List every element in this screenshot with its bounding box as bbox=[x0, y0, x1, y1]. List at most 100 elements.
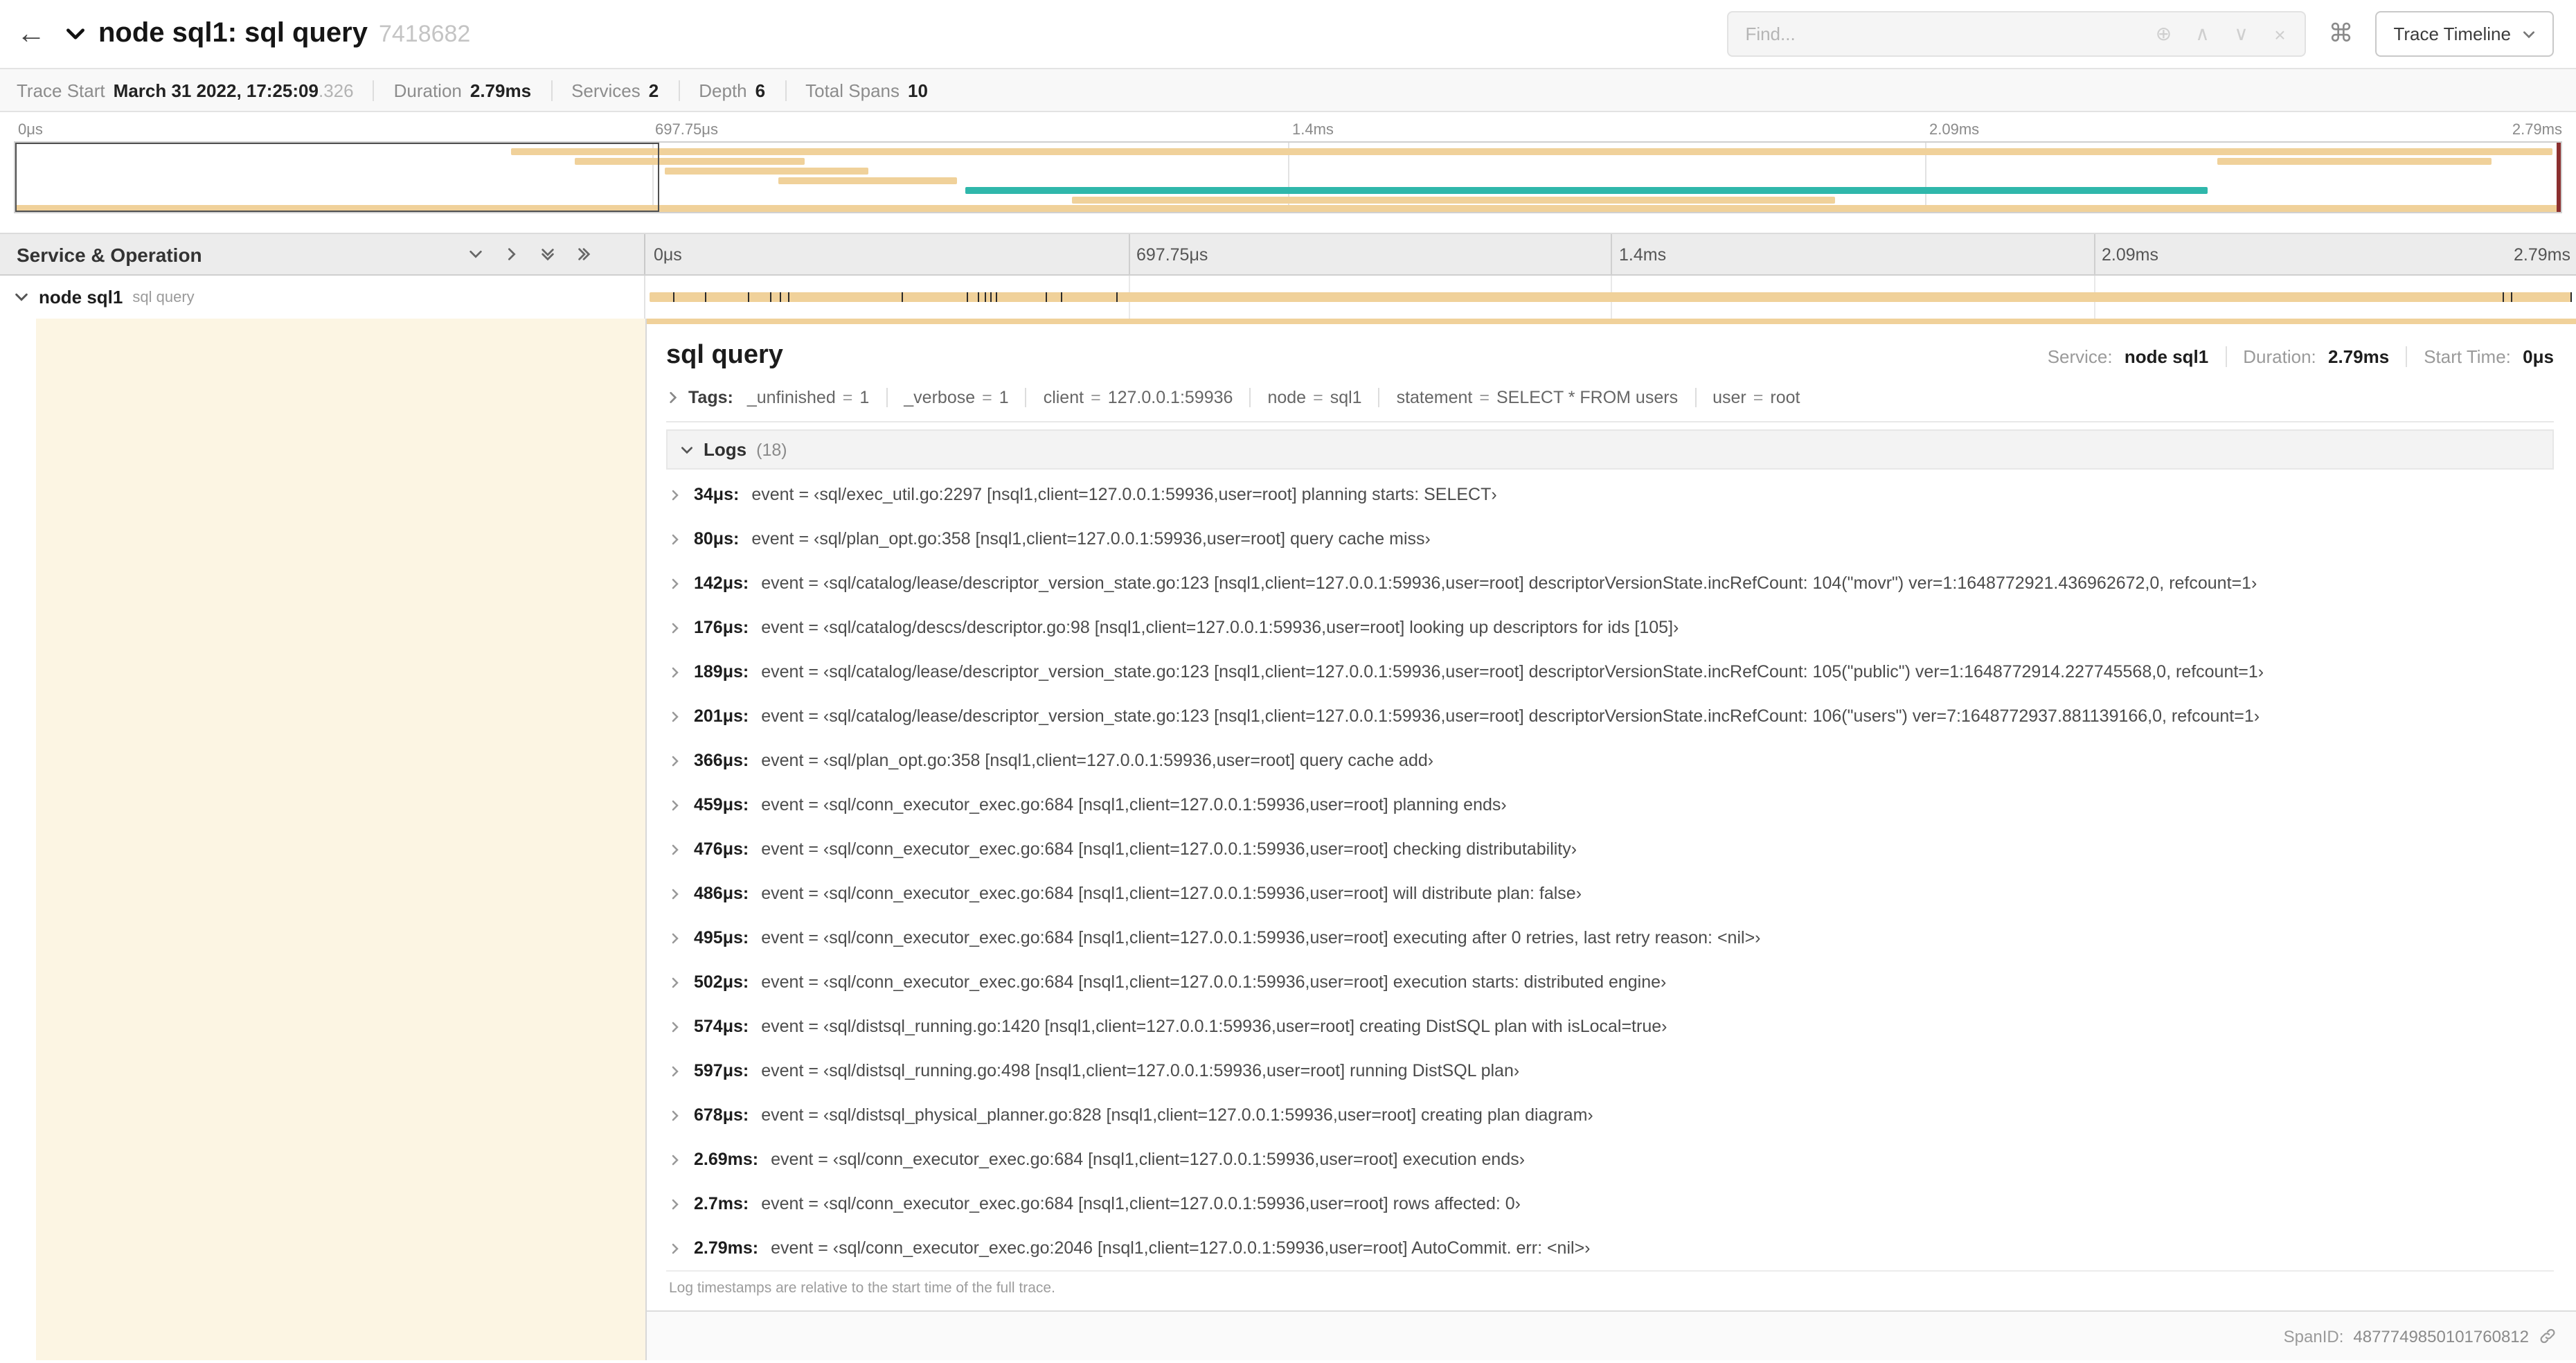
page-header: ← node sql1: sql query 7418682 ⊕∧∨× ⌘ Tr… bbox=[0, 0, 2576, 69]
chevron-right-icon[interactable] bbox=[669, 666, 681, 678]
find-icon-group: ⊕ ∧ ∨ × bbox=[2144, 15, 2305, 53]
trace-timeline-button[interactable]: Trace Timeline bbox=[2375, 11, 2554, 57]
tag-value: 127.0.0.1:59936 bbox=[1107, 388, 1233, 407]
chevron-right-icon[interactable] bbox=[669, 976, 681, 988]
log-row[interactable]: 2.7ms: event = ‹sql/conn_executor_exec.g… bbox=[669, 1182, 2554, 1226]
expand-all-icon[interactable] bbox=[540, 247, 555, 262]
collapse-all-icon[interactable] bbox=[576, 247, 591, 262]
prev-match-icon[interactable]: ∧ bbox=[2183, 15, 2221, 53]
span-expand-icon[interactable] bbox=[14, 289, 29, 305]
chevron-right-icon[interactable] bbox=[666, 391, 680, 404]
timeline-collapser bbox=[468, 247, 591, 262]
tag-item: _verbose = 1 bbox=[886, 388, 1009, 407]
detail-head: sql query Service: node sql1 Duration: 2… bbox=[647, 324, 2576, 407]
log-timestamp: 142μs: bbox=[694, 573, 749, 593]
chevron-right-icon[interactable] bbox=[669, 754, 681, 767]
log-row[interactable]: 2.79ms: event = ‹sql/conn_executor_exec.… bbox=[669, 1226, 2554, 1270]
chevron-right-icon[interactable] bbox=[669, 932, 681, 944]
chevron-right-icon[interactable] bbox=[669, 1242, 681, 1254]
trace-summary-bar: Trace Start March 31 2022, 17:25:09 .326… bbox=[0, 69, 2576, 112]
log-row[interactable]: 476μs: event = ‹sql/conn_executor_exec.g… bbox=[669, 827, 2554, 871]
log-row[interactable]: 142μs: event = ‹sql/catalog/lease/descri… bbox=[669, 561, 2554, 605]
chevron-right-icon[interactable] bbox=[669, 799, 681, 811]
log-row[interactable]: 502μs: event = ‹sql/conn_executor_exec.g… bbox=[669, 960, 2554, 1004]
chevron-right-icon[interactable] bbox=[669, 887, 681, 900]
log-row[interactable]: 189μs: event = ‹sql/catalog/lease/descri… bbox=[669, 650, 2554, 694]
log-event-text: event = ‹sql/conn_executor_exec.go:684 [… bbox=[761, 839, 1577, 859]
focus-match-icon[interactable]: ⊕ bbox=[2144, 15, 2183, 53]
logs-footer-note: Log timestamps are relative to the start… bbox=[666, 1270, 2554, 1308]
minimap-selection[interactable] bbox=[15, 143, 659, 212]
log-event-text: event = ‹sql/plan_opt.go:358 [nsql1,clie… bbox=[761, 751, 1434, 770]
log-row[interactable]: 495μs: event = ‹sql/conn_executor_exec.g… bbox=[669, 916, 2554, 960]
log-row[interactable]: 678μs: event = ‹sql/distsql_physical_pla… bbox=[669, 1093, 2554, 1137]
log-row[interactable]: 486μs: event = ‹sql/conn_executor_exec.g… bbox=[669, 871, 2554, 916]
chevron-right-icon[interactable] bbox=[669, 621, 681, 634]
minimap-span bbox=[778, 177, 958, 184]
service-operation-header: Service & Operation bbox=[0, 234, 645, 274]
logs-header[interactable]: Logs (18) bbox=[666, 429, 2554, 470]
log-tick bbox=[995, 292, 997, 302]
log-tick bbox=[984, 292, 985, 302]
tag-value: root bbox=[1770, 388, 1800, 407]
log-row[interactable]: 201μs: event = ‹sql/catalog/lease/descri… bbox=[669, 694, 2554, 738]
collapse-one-icon[interactable] bbox=[504, 247, 519, 262]
summary-item: Depth 6 bbox=[678, 80, 785, 100]
chevron-right-icon[interactable] bbox=[669, 533, 681, 545]
log-event-text: event = ‹sql/exec_util.go:2297 [nsql1,cl… bbox=[751, 485, 1497, 504]
tags-label[interactable]: Tags: bbox=[688, 388, 733, 407]
log-row[interactable]: 459μs: event = ‹sql/conn_executor_exec.g… bbox=[669, 783, 2554, 827]
minimap-canvas[interactable] bbox=[14, 141, 2562, 213]
log-timestamp: 189μs: bbox=[694, 662, 749, 682]
next-match-icon[interactable]: ∨ bbox=[2221, 15, 2260, 53]
keyboard-shortcuts-icon[interactable]: ⌘ bbox=[2328, 19, 2353, 48]
chevron-right-icon[interactable] bbox=[669, 843, 681, 855]
summary-value-suffix: .326 bbox=[318, 80, 354, 100]
minimap-span bbox=[2217, 158, 2492, 165]
log-row[interactable]: 34μs: event = ‹sql/exec_util.go:2297 [ns… bbox=[669, 472, 2554, 517]
clear-match-icon[interactable]: × bbox=[2260, 15, 2299, 53]
chevron-right-icon[interactable] bbox=[669, 1153, 681, 1166]
log-row[interactable]: 80μs: event = ‹sql/plan_opt.go:358 [nsql… bbox=[669, 517, 2554, 561]
log-timestamp: 2.7ms: bbox=[694, 1194, 749, 1213]
log-row[interactable]: 2.69ms: event = ‹sql/conn_executor_exec.… bbox=[669, 1137, 2554, 1182]
tag-value: sql1 bbox=[1330, 388, 1362, 407]
span-bar[interactable] bbox=[650, 292, 2572, 302]
log-timestamp: 486μs: bbox=[694, 884, 749, 903]
log-tick bbox=[705, 292, 707, 302]
span-row-name[interactable]: node sql1 sql query bbox=[0, 276, 645, 319]
back-button[interactable]: ← bbox=[17, 17, 64, 51]
log-event-text: event = ‹sql/conn_executor_exec.go:684 [… bbox=[771, 1150, 1526, 1169]
tag-value: 1 bbox=[999, 388, 1009, 407]
expand-one-icon[interactable] bbox=[468, 247, 483, 262]
log-tick bbox=[1045, 292, 1047, 302]
summary-item: Services 2 bbox=[551, 80, 678, 100]
log-row[interactable]: 574μs: event = ‹sql/distsql_running.go:1… bbox=[669, 1004, 2554, 1049]
chevron-right-icon[interactable] bbox=[669, 488, 681, 501]
trace-collapse-icon[interactable] bbox=[64, 22, 87, 46]
log-event-text: event = ‹sql/distsql_physical_planner.go… bbox=[761, 1105, 1593, 1125]
trace-minimap: 0μs 697.75μs 1.4ms 2.09ms 2.79ms bbox=[14, 121, 2562, 213]
minimap-scrubber[interactable] bbox=[2557, 143, 2561, 212]
logs-count: (18) bbox=[756, 440, 787, 459]
chevron-right-icon[interactable] bbox=[669, 1109, 681, 1121]
minimap-tick-label: 0μs bbox=[18, 122, 43, 139]
chevron-right-icon[interactable] bbox=[669, 1020, 681, 1033]
find-input[interactable] bbox=[1728, 12, 2145, 55]
chevron-right-icon[interactable] bbox=[669, 577, 681, 589]
chevron-right-icon[interactable] bbox=[669, 1064, 681, 1077]
link-icon[interactable] bbox=[2539, 1327, 2557, 1345]
log-row[interactable]: 597μs: event = ‹sql/distsql_running.go:4… bbox=[669, 1049, 2554, 1093]
log-event-text: event = ‹sql/conn_executor_exec.go:684 [… bbox=[761, 1194, 1521, 1213]
log-tick bbox=[747, 292, 749, 302]
log-row[interactable]: 176μs: event = ‹sql/catalog/descs/descri… bbox=[669, 605, 2554, 650]
logs-section: Logs (18) 34μs: event = ‹sql/exec_util.g… bbox=[666, 421, 2554, 1308]
log-event-text: event = ‹sql/conn_executor_exec.go:2046 … bbox=[771, 1238, 1591, 1258]
chevron-right-icon[interactable] bbox=[669, 1197, 681, 1210]
log-timestamp: 574μs: bbox=[694, 1017, 749, 1036]
log-tick bbox=[2510, 292, 2512, 302]
log-row[interactable]: 366μs: event = ‹sql/plan_opt.go:358 [nsq… bbox=[669, 738, 2554, 783]
ruler-tick-label: 1.4ms bbox=[1619, 244, 1667, 264]
chevron-right-icon[interactable] bbox=[669, 710, 681, 722]
tag-item: _unfinished = 1 bbox=[747, 388, 869, 407]
